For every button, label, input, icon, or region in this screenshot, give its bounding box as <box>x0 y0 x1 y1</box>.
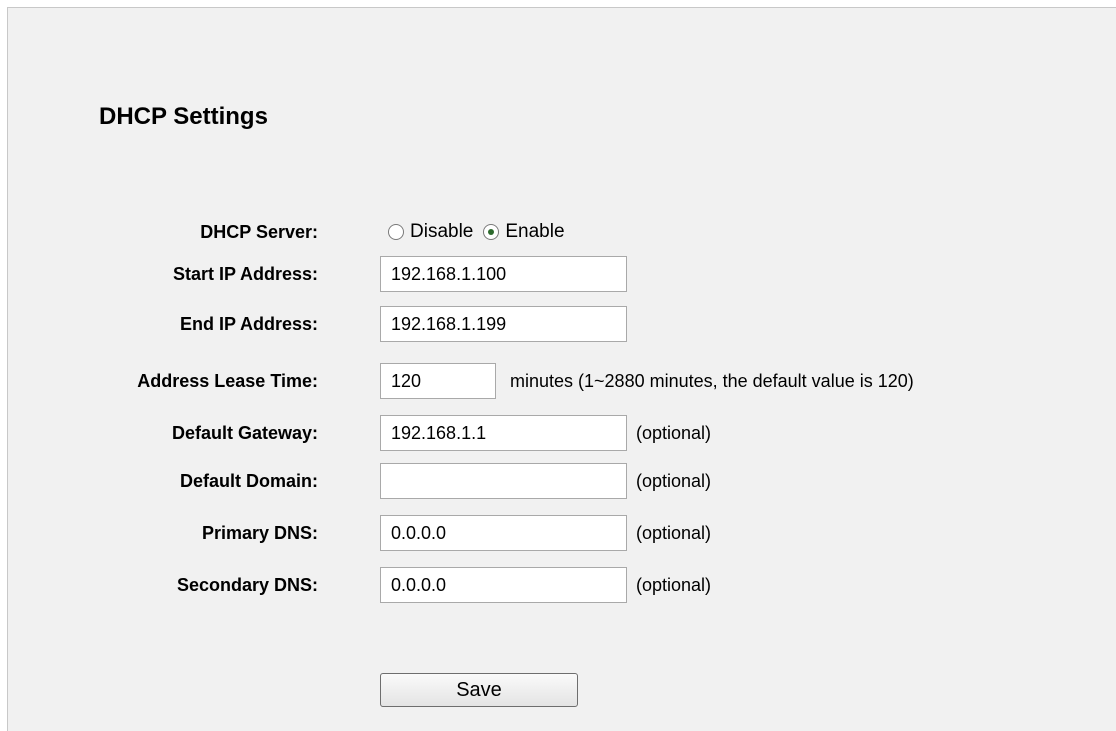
gateway-input[interactable] <box>380 415 627 451</box>
start-ip-row: Start IP Address: <box>8 256 1116 292</box>
dhcp-server-row: DHCP Server: Disable Enable <box>8 214 1116 250</box>
dhcp-enable-radio[interactable] <box>483 224 500 240</box>
dhcp-disable-radio[interactable] <box>388 224 404 240</box>
dhcp-enable-label[interactable]: Enable <box>505 221 564 243</box>
lease-time-row: Address Lease Time: minutes (1~2880 minu… <box>8 363 1116 399</box>
start-ip-input[interactable] <box>380 256 627 292</box>
page-title: DHCP Settings <box>99 103 268 130</box>
primary-dns-optional-hint: (optional) <box>636 523 712 543</box>
dhcp-server-label: DHCP Server: <box>200 222 318 242</box>
gateway-label: Default Gateway: <box>171 423 318 443</box>
secondary-dns-optional-hint: (optional) <box>636 575 712 595</box>
primary-dns-label: Primary DNS: <box>201 523 318 543</box>
gateway-row: Default Gateway: (optional) <box>8 415 1116 451</box>
lease-time-label: Address Lease Time: <box>137 371 318 391</box>
gateway-optional-hint: (optional) <box>636 423 712 443</box>
primary-dns-input[interactable] <box>380 515 627 551</box>
secondary-dns-input[interactable] <box>380 567 627 603</box>
start-ip-label: Start IP Address: <box>172 264 318 284</box>
radio-selected-dot <box>488 229 495 235</box>
end-ip-row: End IP Address: <box>8 306 1116 342</box>
domain-row: Default Domain: (optional) <box>8 463 1116 499</box>
lease-time-hint: minutes (1~2880 minutes, the default val… <box>510 371 914 391</box>
secondary-dns-label: Secondary DNS: <box>176 575 318 595</box>
domain-optional-hint: (optional) <box>636 471 712 491</box>
save-button[interactable]: Save <box>380 673 578 707</box>
dhcp-settings-panel: DHCP Settings DHCP Server: Disable Enabl… <box>7 7 1116 731</box>
dhcp-disable-label[interactable]: Disable <box>410 221 473 243</box>
domain-label: Default Domain: <box>179 471 318 491</box>
lease-time-input[interactable] <box>380 363 496 399</box>
secondary-dns-row: Secondary DNS: (optional) <box>8 567 1116 603</box>
primary-dns-row: Primary DNS: (optional) <box>8 515 1116 551</box>
domain-input[interactable] <box>380 463 627 499</box>
dhcp-server-radio-group: Disable Enable <box>388 214 575 250</box>
end-ip-label: End IP Address: <box>179 314 318 334</box>
end-ip-input[interactable] <box>380 306 627 342</box>
